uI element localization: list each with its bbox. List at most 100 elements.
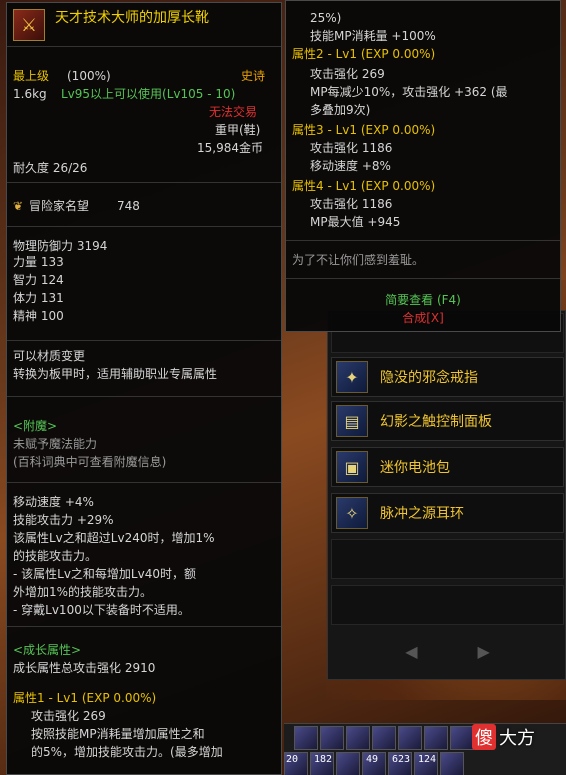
inventory-item-ring[interactable]: ✦ 隐没的邪念戒指 <box>331 357 564 397</box>
ring-icon: ✦ <box>336 361 368 393</box>
growth-line: 攻击强化 1186 <box>310 197 393 211</box>
skill-count: 623 <box>392 754 411 765</box>
effect-line: 外增加1%的技能攻击力。 <box>13 585 153 599</box>
enchant-header: <附魔> <box>13 419 58 433</box>
skill-slot[interactable] <box>450 726 474 750</box>
skill-slot[interactable] <box>398 726 422 750</box>
stat-line: 体力 131 <box>13 291 64 305</box>
level-requirement: Lv95以上可以使用(Lv105 - 10) <box>61 87 236 101</box>
quick-view-button[interactable]: 简要查看 (F4) <box>286 291 560 308</box>
skill-slot[interactable] <box>336 752 360 775</box>
effect-line: 移动速度 +4% <box>13 495 94 509</box>
stat-line: 精神 100 <box>13 309 64 323</box>
effect-line: - 该属性Lv之和每增加Lv40时，额 <box>13 567 196 581</box>
skill-slot[interactable] <box>320 726 344 750</box>
skill-slot[interactable] <box>294 726 318 750</box>
transmute-line: 转换为板甲时，适用辅助职业专属属性 <box>13 367 218 381</box>
stat-line: 力量 133 <box>13 255 64 269</box>
watermark-part1: 傻 <box>472 724 496 750</box>
earring-icon: ✧ <box>336 497 368 529</box>
inventory-item-label: 隐没的邪念戒指 <box>380 370 478 386</box>
skill-count: 124 <box>418 754 437 765</box>
enchant-line: (百科词典中可查看附魔信息) <box>13 455 167 469</box>
battery-icon: ▣ <box>336 451 368 483</box>
fame-icon: ❦ <box>13 199 24 213</box>
watermark-part2: 大方 <box>499 728 535 749</box>
rarity-label: 最上级 <box>13 69 50 83</box>
fame-label: 冒险家名望 <box>29 199 90 213</box>
stat-line: 智力 124 <box>13 273 64 287</box>
fame-value: 748 <box>117 199 140 213</box>
tooltip-flavor: 为了不让你们感到羞耻。 <box>286 241 560 279</box>
item-name: 天才技术大师的加厚长靴 <box>55 10 209 26</box>
tooltip-fame: ❦ 冒险家名望 748 <box>7 183 281 227</box>
growth-line: 25%) <box>310 11 342 25</box>
growth-total: 成长属性总攻击强化 2910 <box>13 661 156 675</box>
growth-line: 攻击强化 269 <box>31 709 106 723</box>
item-price: 15,984金币 <box>197 141 263 155</box>
effect-line: 的技能攻击力。 <box>13 549 98 563</box>
transmute-line: 可以材质变更 <box>13 349 86 363</box>
inventory-pagination: ◀ ▶ <box>331 637 564 665</box>
skill-slot[interactable] <box>346 726 370 750</box>
item-grade: 史诗 <box>241 69 266 83</box>
item-weight: 1.6kg <box>13 87 47 101</box>
growth-line: MP每减少10%，攻击强化 +362 (最 <box>310 85 508 99</box>
prev-page-button[interactable]: ◀ <box>405 642 417 661</box>
inventory-panel: ✦ 隐没的邪念戒指 ▤ 幻影之触控制面板 ▣ 迷你电池包 ✧ 脉冲之源耳环 ◀ … <box>327 310 566 680</box>
tooltip-growth: <成长属性> 成长属性总攻击强化 2910 属性1 - Lv1 (EXP 0.0… <box>7 627 281 775</box>
tooltip-growth-continued: 25%) 技能MP消耗量 +100% 属性2 - Lv1 (EXP 0.00%)… <box>286 1 560 241</box>
tooltip-basic-info: 最上级 (100%) 史诗 1.6kg Lv95以上可以使用(Lv105 - 1… <box>7 47 281 183</box>
growth-line: 属性3 - Lv1 (EXP 0.00%) <box>292 123 436 137</box>
skill-count: 20 <box>286 754 299 765</box>
item-tooltip-continued: 25%) 技能MP消耗量 +100% 属性2 - Lv1 (EXP 0.00%)… <box>285 0 561 332</box>
growth-line: 属性2 - Lv1 (EXP 0.00%) <box>292 47 436 61</box>
inventory-slot[interactable] <box>331 585 564 625</box>
skill-slot[interactable] <box>424 726 448 750</box>
watermark: 傻 大方 <box>472 722 558 752</box>
panel-icon: ▤ <box>336 405 368 437</box>
tooltip-actions: 简要查看 (F4) 合成[X] <box>286 279 560 331</box>
enchant-line: 未赋予魔法能力 <box>13 437 98 451</box>
growth-line: 属性4 - Lv1 (EXP 0.00%) <box>292 179 436 193</box>
armor-type: 重甲(鞋) <box>215 123 261 137</box>
tooltip-transmute: 可以材质变更 转换为板甲时，适用辅助职业专属属性 <box>7 341 281 397</box>
synthesis-button[interactable]: 合成[X] <box>286 309 560 326</box>
growth-line: 技能MP消耗量 +100% <box>310 29 436 43</box>
tooltip-header: ⚔ 天才技术大师的加厚长靴 <box>7 3 281 47</box>
growth-line: 属性1 - Lv1 (EXP 0.00%) <box>13 691 157 705</box>
effect-line: - 穿戴Lv100以下装备时不适用。 <box>13 603 190 617</box>
flavor-text: 为了不让你们感到羞耻。 <box>292 253 425 267</box>
growth-line: MP最大值 +945 <box>310 215 401 229</box>
durability: 耐久度 26/26 <box>13 161 88 175</box>
effect-line: 该属性Lv之和超过Lv240时，增加1% <box>13 531 215 545</box>
inventory-item-label: 脉冲之源耳环 <box>380 506 464 522</box>
item-tooltip: ⚔ 天才技术大师的加厚长靴 最上级 (100%) 史诗 1.6kg Lv95以上… <box>6 2 282 775</box>
growth-line: 按照技能MP消耗量增加属性之和 <box>31 727 205 741</box>
growth-line: 多叠加9次) <box>310 103 371 117</box>
next-page-button[interactable]: ▶ <box>478 642 490 661</box>
inventory-item-panel[interactable]: ▤ 幻影之触控制面板 <box>331 401 564 441</box>
inventory-item-label: 迷你电池包 <box>380 460 450 476</box>
tooltip-stats: 物理防御力 3194 力量 133 智力 124 体力 131 精神 100 <box>7 227 281 341</box>
tooltip-enchant: <附魔> 未赋予魔法能力 (百科词典中可查看附魔信息) <box>7 397 281 483</box>
skill-count: 182 <box>314 754 333 765</box>
skill-count: 49 <box>366 754 379 765</box>
skill-slot[interactable] <box>440 752 464 775</box>
growth-line: 攻击强化 1186 <box>310 141 393 155</box>
inventory-item-label: 幻影之触控制面板 <box>380 414 492 430</box>
growth-header: <成长属性> <box>13 643 82 657</box>
inventory-slot[interactable] <box>331 539 564 579</box>
skill-slot[interactable] <box>372 726 396 750</box>
effect-line: 技能攻击力 +29% <box>13 513 114 527</box>
growth-line: 的5%，增加技能攻击力。(最多增加 <box>31 745 223 759</box>
growth-line: 移动速度 +8% <box>310 159 391 173</box>
inventory-item-battery[interactable]: ▣ 迷你电池包 <box>331 447 564 487</box>
rarity-percent: (100%) <box>67 69 111 83</box>
inventory-item-earring[interactable]: ✧ 脉冲之源耳环 <box>331 493 564 533</box>
stat-line: 物理防御力 3194 <box>13 239 108 253</box>
boots-icon: ⚔ <box>13 9 45 41</box>
tooltip-effects: 移动速度 +4% 技能攻击力 +29% 该属性Lv之和超过Lv240时，增加1%… <box>7 483 281 627</box>
trade-status: 无法交易 <box>209 105 258 119</box>
growth-line: 攻击强化 269 <box>310 67 385 81</box>
